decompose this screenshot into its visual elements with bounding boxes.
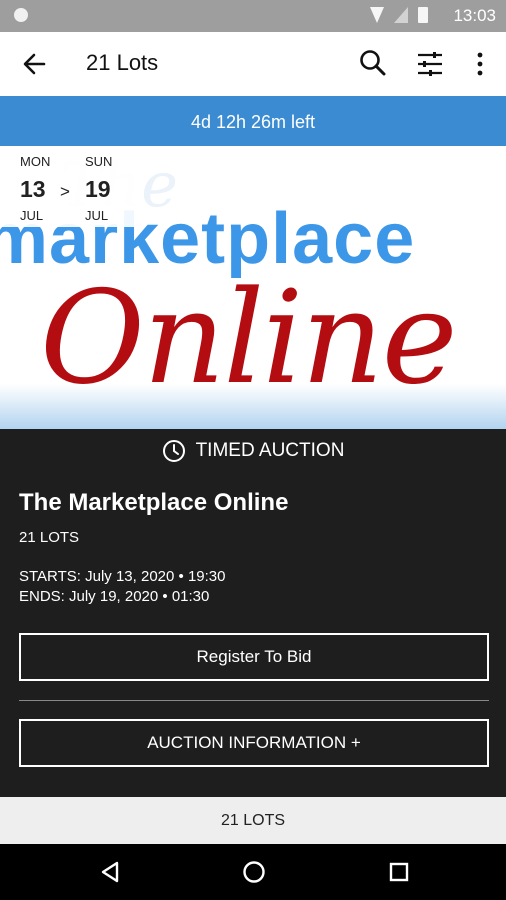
start-datetime: STARTS: July 13, 2020 • 19:30: [19, 568, 226, 585]
clock-icon: [162, 440, 185, 462]
back-button[interactable]: [14, 48, 54, 80]
system-navigation-bar: [0, 844, 506, 900]
start-month: JUL: [20, 208, 44, 223]
signal-icon: [394, 7, 408, 23]
page-title: 21 Lots: [86, 50, 159, 75]
auction-type-label: TIMED AUCTION: [195, 440, 345, 461]
status-bar: 13:03: [0, 0, 506, 32]
lots-tab-bar[interactable]: 21 LOTS: [0, 797, 506, 844]
start-weekday: MON: [20, 154, 51, 169]
more-menu-button[interactable]: [462, 46, 498, 82]
auction-date-range: MON 13 JUL > SUN 19 JUL: [0, 152, 140, 227]
auction-details-panel: TIMED AUCTION The Marketplace Online 21 …: [0, 429, 506, 797]
nav-recents-button[interactable]: [385, 858, 413, 886]
divider: [19, 700, 489, 701]
end-weekday: SUN: [85, 154, 113, 169]
status-icons: [370, 7, 428, 23]
date-separator: >: [60, 182, 70, 201]
battery-icon: [418, 7, 428, 23]
notification-icon: [14, 8, 28, 22]
tune-icon: [418, 52, 442, 76]
filter-button[interactable]: [412, 46, 448, 82]
square-recents-icon: [389, 862, 409, 882]
end-datetime: ENDS: July 19, 2020 • 01:30: [19, 588, 210, 605]
start-day: 13: [20, 176, 46, 202]
end-month: JUL: [85, 208, 109, 223]
time-left-banner: 4d 12h 26m left: [0, 96, 506, 146]
more-vertical-icon: [477, 52, 483, 76]
circle-home-icon: [243, 861, 265, 883]
auction-type: TIMED AUCTION: [0, 439, 506, 463]
search-icon: [360, 50, 386, 76]
auction-name: The Marketplace Online: [19, 489, 289, 516]
app-bar: 21 Lots: [0, 32, 506, 96]
search-button[interactable]: [355, 46, 391, 82]
nav-back-button[interactable]: [96, 858, 124, 886]
lot-count: 21 LOTS: [19, 529, 80, 546]
banner-watercolor-wash: [0, 384, 506, 429]
wifi-icon: [370, 7, 384, 23]
arrow-left-icon: [23, 53, 46, 75]
triangle-back-icon: [101, 861, 119, 883]
nav-home-button[interactable]: [240, 858, 268, 886]
register-to-bid-button[interactable]: Register To Bid: [19, 633, 489, 681]
end-day: 19: [85, 176, 111, 202]
auction-information-button[interactable]: AUCTION INFORMATION +: [19, 719, 489, 767]
status-time: 13:03: [453, 6, 496, 25]
